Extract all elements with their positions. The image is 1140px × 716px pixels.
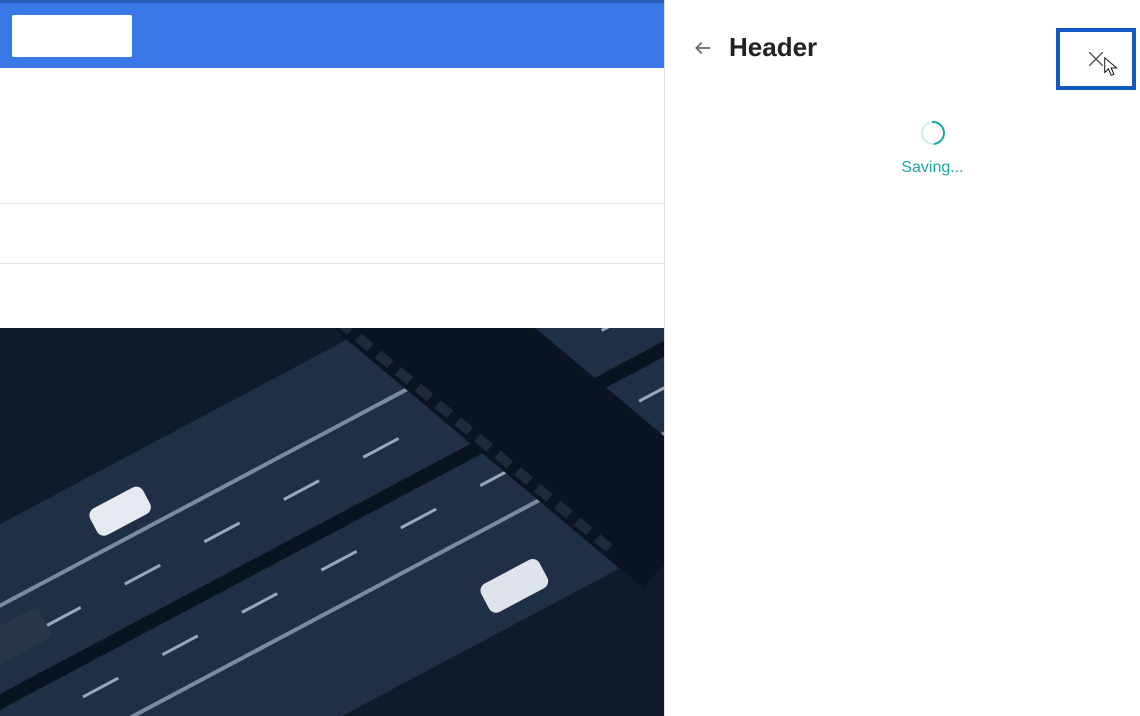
- panel-header: Header: [689, 32, 1116, 63]
- saving-status: Saving...: [749, 121, 1116, 177]
- header-region: [0, 68, 664, 204]
- saving-text: Saving...: [749, 159, 1116, 177]
- side-panel: Header Saving...: [664, 0, 1140, 716]
- panel-title: Header: [729, 32, 817, 63]
- main-content-area: [0, 0, 664, 716]
- back-button[interactable]: [689, 34, 717, 62]
- toolbar-row: [0, 204, 664, 264]
- loading-spinner-icon: [916, 116, 950, 150]
- close-button[interactable]: [1056, 28, 1136, 90]
- cursor-icon: [1102, 56, 1124, 78]
- search-input[interactable]: [12, 15, 132, 57]
- top-command-bar: [0, 0, 664, 68]
- back-arrow-icon: [693, 38, 713, 58]
- hero-image: [0, 328, 664, 716]
